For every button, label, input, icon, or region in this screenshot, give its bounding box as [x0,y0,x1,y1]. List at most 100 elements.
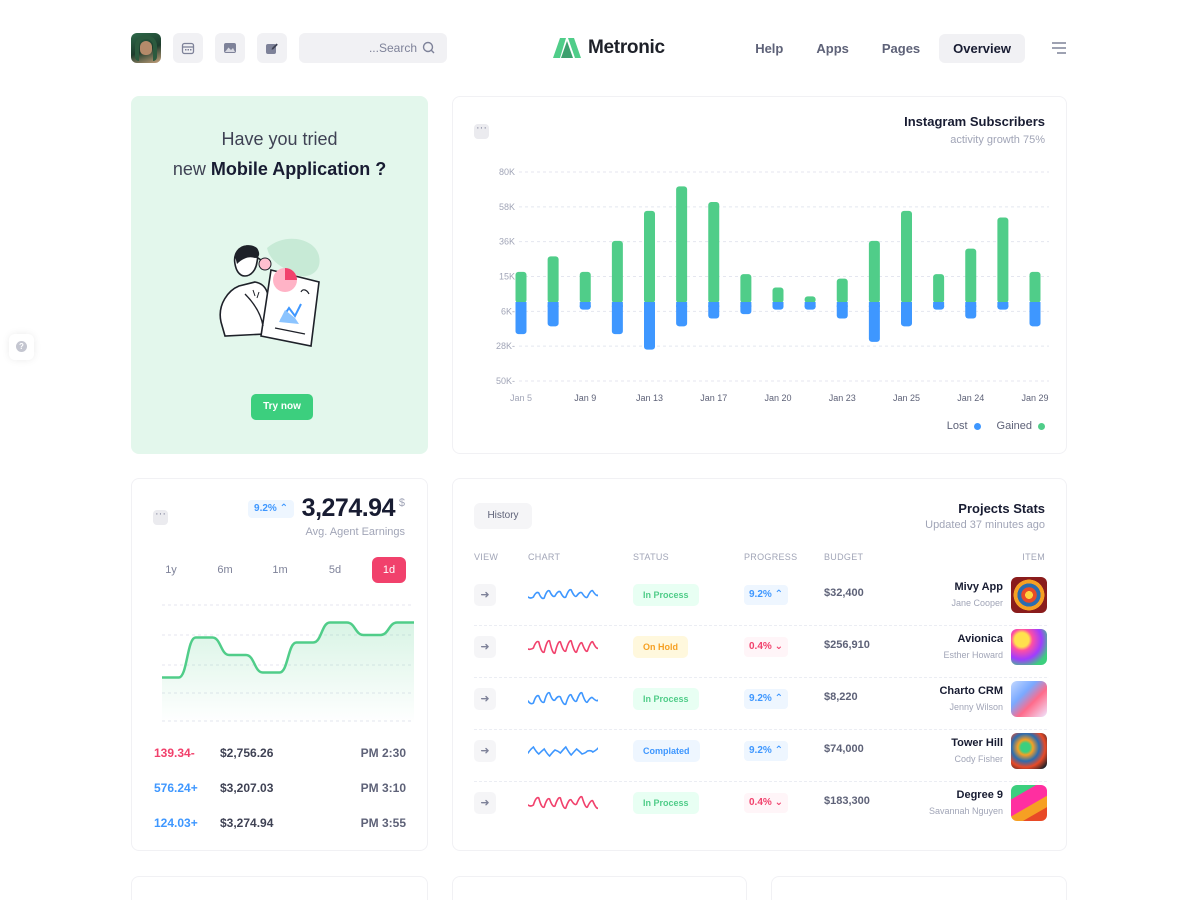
status-badge: In Process [633,792,699,814]
item-user: Jane Cooper [951,598,1003,608]
item-name[interactable]: Degree 9 [957,789,1003,801]
earnings-line-chart [162,604,414,723]
view-arrow-icon[interactable]: ➜ [474,584,496,606]
search-input[interactable]: ...Search [299,33,447,63]
bar-gained [676,186,688,303]
bar-lost-cap [579,302,591,307]
col-budget: BUDGET [824,552,864,562]
bar-lost-cap [868,302,880,307]
y-tick-label: 58K [499,202,515,212]
item-user: Jenny Wilson [949,702,1003,712]
project-row: ➜ In Process 9.2% ⌃ $32,400 Mivy App Jane Coo… [474,574,1047,626]
view-arrow-icon[interactable]: ➜ [474,688,496,710]
nav-apps[interactable]: Apps [802,34,863,63]
col-item: ITEM [1022,552,1045,562]
help-button[interactable]: ? [9,334,34,360]
project-mini-chart [528,745,598,758]
item-thumbnail[interactable] [1011,785,1047,821]
earnings-row-change: 139.34- [154,746,195,760]
arrow-up-icon: ⌃ [279,503,288,514]
item-name[interactable]: Tower Hill [951,737,1003,749]
project-row: ➜ Complated 9.2% ⌃ $74,000 Tower Hill Cody Fi… [474,730,1047,782]
item-name[interactable]: Avionica [958,633,1003,645]
arrow-up-icon: ⌃ [774,693,783,704]
nav-help[interactable]: Help [741,34,797,63]
item-thumbnail[interactable] [1011,577,1047,613]
item-name[interactable]: Mivy App [955,581,1004,593]
user-avatar[interactable] [131,33,161,63]
logo[interactable]: Metronic [552,36,665,60]
bottom-card-stub [131,876,428,900]
earnings-change-value: 9.2% [254,503,277,514]
progress-badge: 0.4% ⌄ [744,637,788,657]
range-1y[interactable]: 1y [154,557,188,583]
metronic-logo-icon [553,38,581,58]
bar-lost-cap [772,302,784,307]
bar-lost-cap [547,302,559,307]
earnings-row: 139.34- $2,756.26 PM 2:30 [154,746,406,766]
y-tick-label: 36K [499,237,515,247]
earnings-row-amount: $3,274.94 [220,816,274,830]
view-arrow-icon[interactable]: ➜ [474,740,496,762]
earnings-row-amount: $3,207.03 [220,781,274,795]
image-icon[interactable] [215,33,245,63]
range-1d[interactable]: 1d [372,557,406,583]
col-status: STATUS [633,552,669,562]
item-thumbnail[interactable] [1011,733,1047,769]
x-tick-label: Jan 13 [636,393,663,403]
earnings-row-change: 576.24+ [154,781,198,795]
bar-gained [515,271,527,303]
earnings-change-badge: 9.2% ⌃ [248,500,294,518]
bar-lost [611,303,623,335]
search-icon [422,41,435,54]
bar-lost-cap [611,302,623,307]
menu-icon[interactable] [1051,41,1067,55]
bar-lost-cap [836,302,848,307]
try-now-button[interactable]: Try now [251,394,313,420]
bar-lost-cap [644,302,655,307]
bar-lost-cap [1029,302,1041,307]
progress-value: 9.2% [749,589,772,600]
x-tick-label: Jan 9 [574,393,596,403]
view-arrow-icon[interactable]: ➜ [474,636,496,658]
status-badge: In Process [633,688,699,710]
x-tick-label: Jan 29 [1021,393,1048,403]
view-arrow-icon[interactable]: ➜ [474,792,496,814]
nav-overview[interactable]: Overview [939,34,1025,63]
item-user: Savannah Nguyen [928,806,1003,816]
promo-line2: new Mobile Application ? [131,159,428,180]
project-mini-chart [528,588,598,600]
bar-gained [644,210,655,303]
item-thumbnail[interactable] [1011,629,1047,665]
more-options-icon[interactable] [153,508,168,525]
agent-earnings-card: 9.2% ⌃ 3,274.94 $ Avg. Agent Earnings 1y… [131,478,428,851]
bar-gained [868,240,880,303]
earnings-row-time: PM 3:55 [360,816,406,830]
x-tick-label: Jan 25 [893,393,920,403]
mini-chart-line [528,745,598,758]
bar-gained [547,256,559,303]
question-icon: ? [16,341,27,352]
range-1m[interactable]: 1m [263,557,297,583]
nav-pages[interactable]: Pages [868,34,934,63]
x-tick-label: Jan 5 [510,393,532,403]
legend-gained-dot [1038,422,1045,430]
instagram-subscribers-card: Instagram Subscribers activity growth 75… [452,96,1067,454]
chart-legend: Lost Gained [947,420,1045,432]
earnings-row-amount: $2,756.26 [220,746,274,760]
bar-lost [868,303,880,342]
item-thumbnail[interactable] [1011,681,1047,717]
bar-lost-cap [708,302,720,307]
projects-stats-card: History Projects Stats Updated 37 minute… [452,478,1067,851]
x-tick-label: Jan 23 [829,393,856,403]
earnings-amount: 3,274.94 [301,494,396,522]
range-6m[interactable]: 6m [208,557,242,583]
edit-icon[interactable] [257,33,287,63]
bar-gained [1029,271,1041,303]
calendar-icon[interactable] [173,33,203,63]
history-button[interactable]: History [474,503,532,529]
item-name[interactable]: Charto CRM [939,685,1003,697]
x-tick-label: Jan 17 [700,393,727,403]
range-5d[interactable]: 5d [318,557,352,583]
bar-lost-cap [901,302,912,307]
